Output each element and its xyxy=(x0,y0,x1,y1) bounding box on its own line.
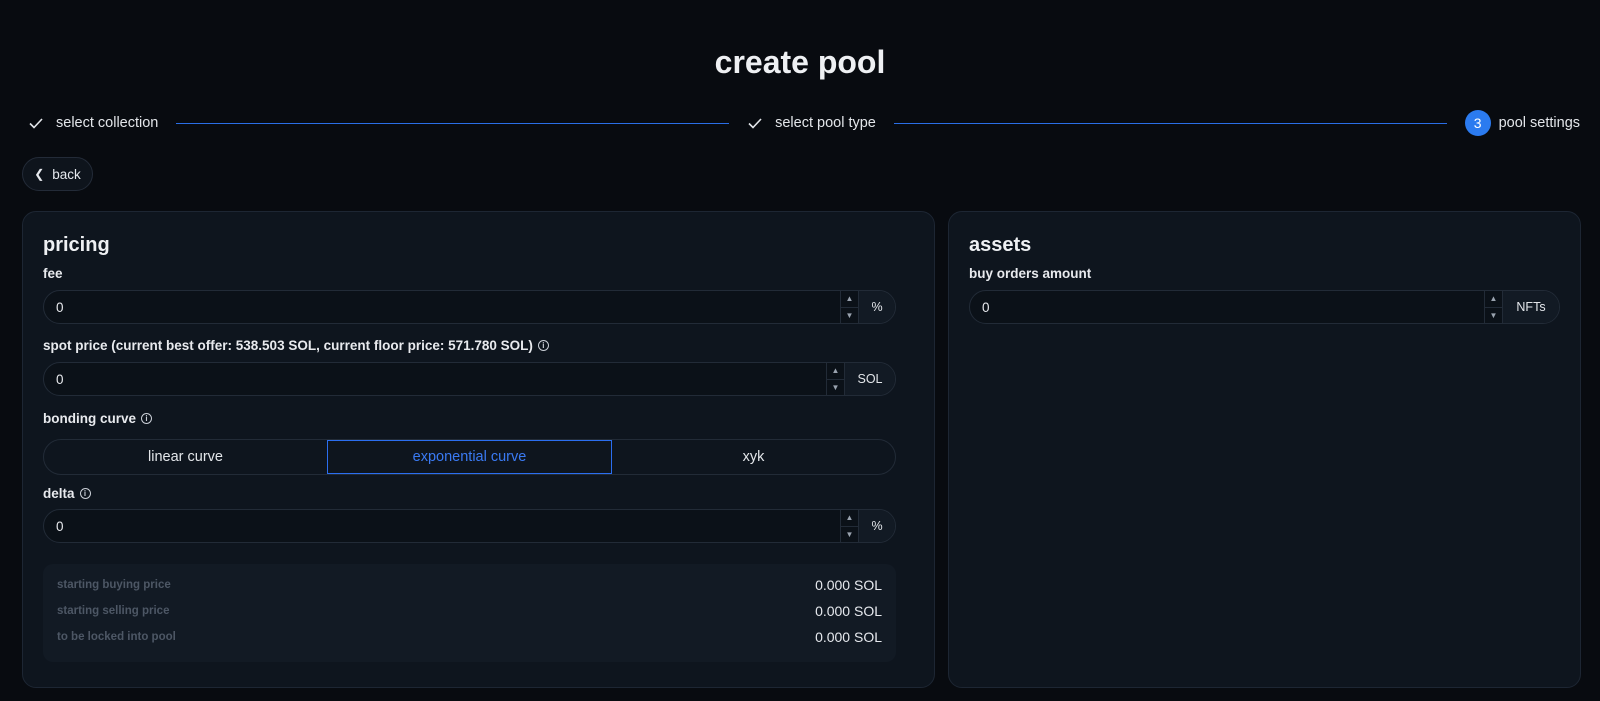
increment-icon[interactable]: ▲ xyxy=(1485,291,1502,308)
linear-curve-option[interactable]: linear curve xyxy=(44,440,327,474)
summary-value: 0.000 SOL xyxy=(815,629,882,645)
decrement-icon[interactable]: ▼ xyxy=(841,527,858,543)
check-icon xyxy=(29,118,43,129)
step-connector xyxy=(176,122,730,124)
buy-orders-label-text: buy orders amount xyxy=(969,266,1092,281)
delta-stepper[interactable]: ▲ ▼ xyxy=(840,510,858,542)
summary-label: to be locked into pool xyxy=(57,631,176,643)
summary-row: starting selling price 0.000 SOL xyxy=(57,601,882,621)
step-select-collection[interactable]: select collection xyxy=(28,115,158,131)
fee-label: fee xyxy=(43,266,63,281)
fee-unit: % xyxy=(858,291,895,323)
summary-row: to be locked into pool 0.000 SOL xyxy=(57,627,882,647)
increment-icon[interactable]: ▲ xyxy=(841,510,858,527)
buy-orders-stepper[interactable]: ▲ ▼ xyxy=(1484,291,1502,323)
bonding-curve-label: bonding curve i xyxy=(43,411,153,426)
price-summary: starting buying price 0.000 SOL starting… xyxy=(43,564,896,662)
delta-input[interactable]: ▲ ▼ % xyxy=(43,509,896,543)
pricing-title: pricing xyxy=(43,234,110,256)
decrement-icon[interactable]: ▼ xyxy=(841,308,858,324)
xyk-option[interactable]: xyk xyxy=(612,440,895,474)
info-icon[interactable]: i xyxy=(141,413,153,424)
buy-orders-unit: NFTs xyxy=(1502,291,1559,323)
spot-price-stepper[interactable]: ▲ ▼ xyxy=(826,363,844,395)
step-select-pool-type[interactable]: select pool type xyxy=(747,115,876,131)
fee-input[interactable]: ▲ ▼ % xyxy=(43,290,896,324)
delta-field[interactable] xyxy=(44,518,840,534)
increment-icon[interactable]: ▲ xyxy=(827,363,844,380)
pricing-panel: pricing fee ▲ ▼ % spot price (current be… xyxy=(22,211,935,688)
check-icon xyxy=(748,118,762,129)
info-icon[interactable]: i xyxy=(537,340,549,351)
buy-orders-field[interactable] xyxy=(970,299,1484,315)
step-pool-settings[interactable]: 3 pool settings xyxy=(1464,110,1581,136)
delta-unit: % xyxy=(858,510,895,542)
step-label: select pool type xyxy=(775,115,876,131)
fee-label-text: fee xyxy=(43,266,63,281)
fee-stepper[interactable]: ▲ ▼ xyxy=(840,291,858,323)
spot-price-unit: SOL xyxy=(844,363,895,395)
delta-label-text: delta xyxy=(43,486,75,501)
summary-row: starting buying price 0.000 SOL xyxy=(57,575,882,595)
buy-orders-label: buy orders amount xyxy=(969,266,1091,281)
summary-label: starting buying price xyxy=(57,579,171,591)
assets-panel: assets buy orders amount ▲ ▼ NFTs xyxy=(948,211,1581,688)
decrement-icon[interactable]: ▼ xyxy=(1485,308,1502,324)
info-icon[interactable]: i xyxy=(79,488,91,499)
fee-field[interactable] xyxy=(44,299,840,315)
increment-icon[interactable]: ▲ xyxy=(841,291,858,308)
step-label: pool settings xyxy=(1498,115,1581,131)
summary-label: starting selling price xyxy=(57,605,170,617)
chevron-left-icon: ❮ xyxy=(34,167,45,181)
step-connector xyxy=(893,122,1447,124)
spot-price-label-text: spot price (current best offer: 538.503 … xyxy=(43,338,533,353)
delta-label: delta i xyxy=(43,486,91,501)
buy-orders-input[interactable]: ▲ ▼ NFTs xyxy=(969,290,1560,324)
stepper: select collection select pool type 3 poo… xyxy=(28,110,1580,136)
bonding-curve-label-text: bonding curve xyxy=(43,411,137,426)
step-label: select collection xyxy=(56,115,159,131)
spot-price-input[interactable]: ▲ ▼ SOL xyxy=(43,362,896,396)
summary-value: 0.000 SOL xyxy=(815,603,882,619)
page-title: create pool xyxy=(714,44,886,80)
assets-title: assets xyxy=(969,234,1032,256)
exponential-curve-option[interactable]: exponential curve xyxy=(327,440,612,474)
decrement-icon[interactable]: ▼ xyxy=(827,380,844,396)
back-button[interactable]: ❮ back xyxy=(22,157,93,191)
summary-value: 0.000 SOL xyxy=(815,577,882,593)
bonding-curve-selector: linear curve exponential curve xyk xyxy=(43,439,896,475)
step-number-badge: 3 xyxy=(1464,110,1491,136)
spot-price-field[interactable] xyxy=(44,371,826,387)
spot-price-label: spot price (current best offer: 538.503 … xyxy=(43,338,549,353)
back-label: back xyxy=(52,166,81,182)
create-pool-page: create pool select collection select poo… xyxy=(0,0,1600,701)
